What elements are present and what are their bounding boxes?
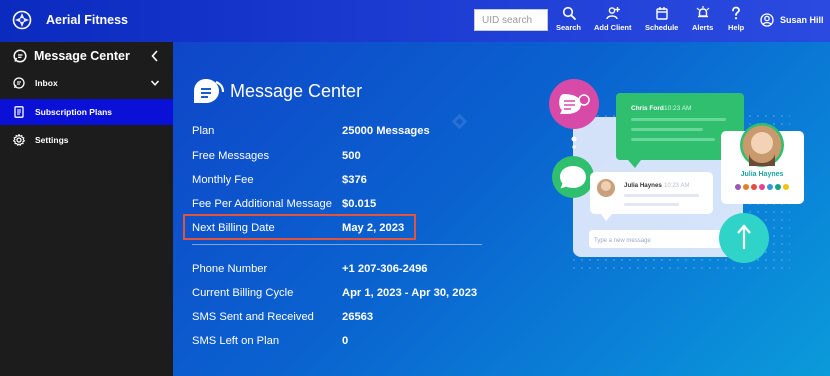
sidebar-item-label: Inbox xyxy=(35,78,58,88)
brand-logo-icon xyxy=(12,10,32,30)
illus-chat2-name: Julia Haynes xyxy=(624,182,662,189)
top-bar: Aerial Fitness Search Add Client Schedul… xyxy=(0,0,830,42)
sidebar-title: Message Center xyxy=(34,49,130,63)
chat-icon xyxy=(13,49,27,63)
gear-icon xyxy=(13,134,25,146)
sidebar-item-settings[interactable]: Settings xyxy=(0,127,173,153)
calendar-icon xyxy=(655,7,668,20)
user-menu[interactable]: Susan Hill xyxy=(760,13,824,27)
help-button[interactable]: Help xyxy=(728,6,744,32)
chevron-left-icon[interactable] xyxy=(150,49,160,63)
alerts-label: Alerts xyxy=(692,23,714,32)
sidebar: Message Center Inbox Subscription Plans … xyxy=(0,42,173,376)
add-client-label: Add Client xyxy=(594,23,632,32)
inbox-icon xyxy=(13,77,25,89)
schedule-button[interactable]: Schedule xyxy=(645,6,678,32)
uid-search-input[interactable] xyxy=(474,9,548,31)
search-button[interactable]: Search xyxy=(556,6,581,32)
add-client-button[interactable]: Add Client xyxy=(594,6,632,32)
search-icon xyxy=(562,6,576,20)
search-label: Search xyxy=(556,23,582,32)
illus-input-placeholder: Type a new message xyxy=(594,238,651,244)
sidebar-item-label: Subscription Plans xyxy=(35,107,112,117)
sidebar-item-label: Settings xyxy=(35,135,69,145)
brand[interactable]: Aerial Fitness xyxy=(12,10,128,30)
illus-chat1-name: Chris Ford xyxy=(631,105,664,112)
help-label: Help xyxy=(728,23,745,32)
illus-chat2-time: 10:23 AM xyxy=(664,183,689,189)
messaging-illustration: Type a new message Chris Ford 10:23 AM J… xyxy=(549,79,804,263)
add-user-icon xyxy=(606,7,620,20)
main-content: Message Center Plan 25000 Messages Free … xyxy=(173,42,830,376)
help-icon xyxy=(732,6,741,20)
chevron-down-icon xyxy=(150,80,160,86)
sidebar-item-inbox[interactable]: Inbox xyxy=(0,70,173,96)
sidebar-header: Message Center xyxy=(0,42,173,70)
sidebar-item-subscription-plans[interactable]: Subscription Plans xyxy=(0,99,173,125)
alerts-button[interactable]: Alerts xyxy=(692,6,713,32)
bell-icon xyxy=(696,6,710,18)
document-icon xyxy=(14,106,24,118)
illus-chat1-time: 10:23 AM xyxy=(664,105,691,112)
user-avatar-icon xyxy=(760,13,774,27)
app-name: Aerial Fitness xyxy=(46,13,128,27)
illus-profile-name: Julia Haynes xyxy=(741,171,784,178)
schedule-label: Schedule xyxy=(645,23,679,32)
user-name: Susan Hill xyxy=(780,15,824,25)
